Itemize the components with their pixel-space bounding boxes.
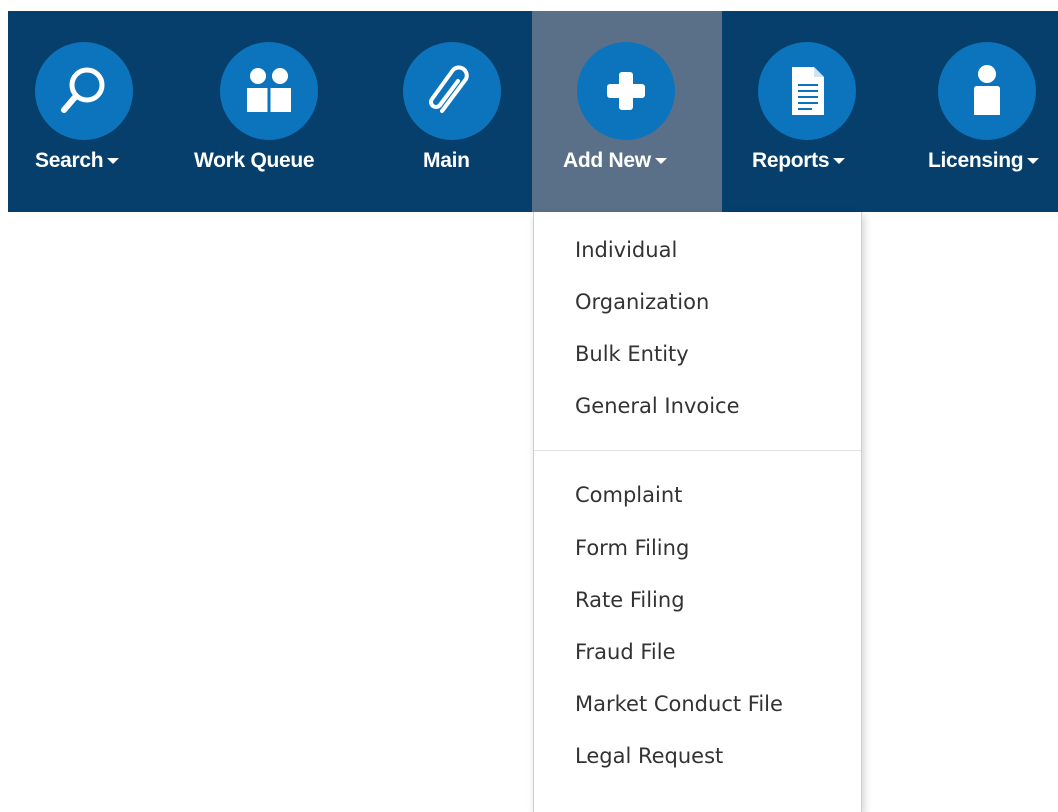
caret-down-icon: [107, 158, 120, 165]
plus-icon: [577, 42, 675, 140]
top-navbar: Search Work Queue Main Add New Reports L…: [8, 11, 1058, 212]
menu-item-organization[interactable]: Organization: [575, 285, 709, 319]
person-icon: [938, 42, 1036, 140]
menu-item-form-filing[interactable]: Form Filing: [575, 531, 689, 565]
menu-item-fraud-file[interactable]: Fraud File: [575, 635, 676, 669]
menu-item-bulk-entity[interactable]: Bulk Entity: [575, 337, 689, 371]
add-new-dropdown-menu: Individual Organization Bulk Entity Gene…: [533, 212, 862, 812]
nav-reports-label: Reports: [752, 148, 846, 174]
menu-divider: [534, 450, 861, 451]
nav-main-label: Main: [423, 149, 470, 172]
menu-item-market-conduct-file[interactable]: Market Conduct File: [575, 687, 783, 721]
paperclip-icon: [403, 42, 501, 140]
menu-item-general-invoice[interactable]: General Invoice: [575, 389, 740, 423]
document-icon: [758, 42, 856, 140]
caret-down-icon: [654, 158, 667, 165]
people-icon: [220, 42, 318, 140]
menu-item-individual[interactable]: Individual: [575, 233, 677, 267]
menu-item-legal-request[interactable]: Legal Request: [575, 739, 723, 773]
nav-search-label: Search: [35, 148, 120, 174]
nav-add-new[interactable]: Add New: [532, 11, 722, 212]
nav-reports[interactable]: Reports: [722, 11, 897, 212]
nav-main[interactable]: Main: [366, 11, 532, 212]
menu-item-complaint[interactable]: Complaint: [575, 478, 682, 512]
nav-work-queue[interactable]: Work Queue: [188, 11, 366, 212]
nav-licensing-label: Licensing: [928, 148, 1040, 174]
search-icon: [35, 42, 133, 140]
nav-add-new-label: Add New: [563, 148, 667, 174]
menu-item-rate-filing[interactable]: Rate Filing: [575, 583, 685, 617]
nav-search[interactable]: Search: [8, 11, 188, 212]
nav-work-queue-label: Work Queue: [194, 149, 315, 172]
caret-down-icon: [833, 158, 846, 165]
nav-licensing[interactable]: Licensing: [897, 11, 1058, 212]
caret-down-icon: [1027, 158, 1040, 165]
